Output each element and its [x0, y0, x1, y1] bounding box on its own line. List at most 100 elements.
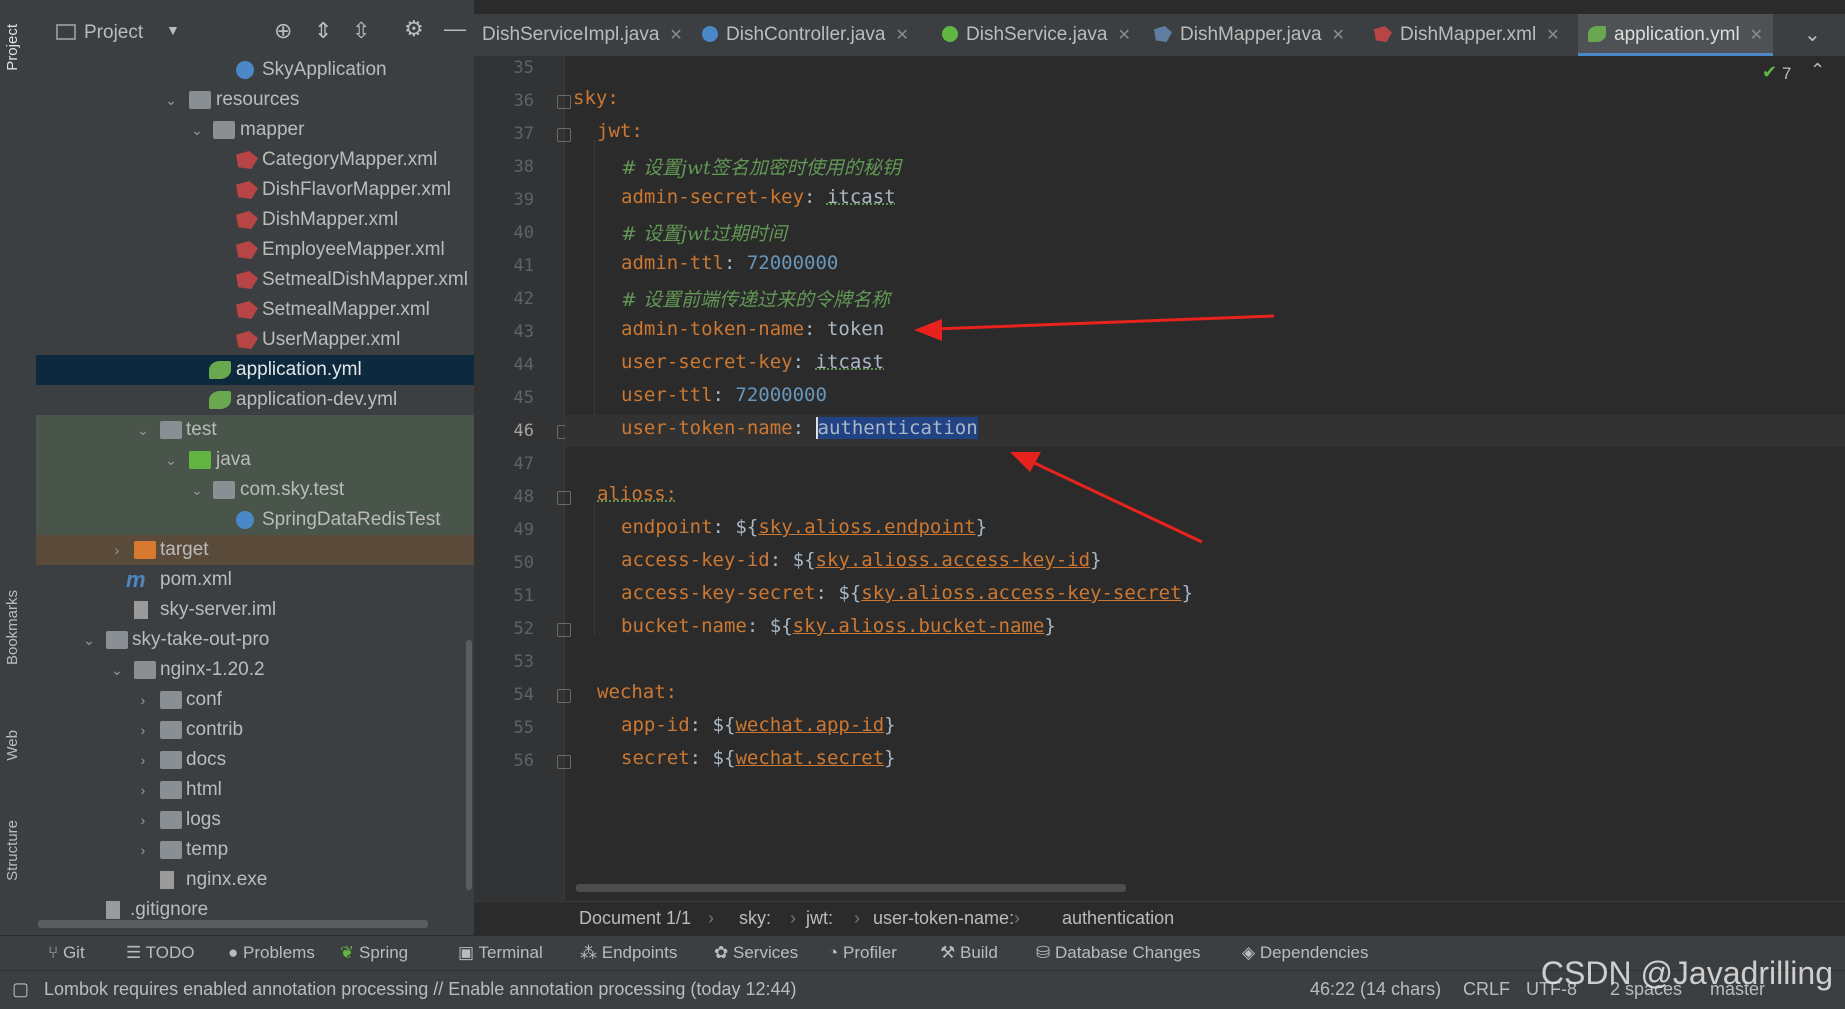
tool-database-changes[interactable]: ⛁ Database Changes: [1036, 943, 1201, 963]
fold-marker-icon[interactable]: [557, 755, 571, 769]
tab-dishcontroller[interactable]: DishController.java ✕: [702, 14, 909, 56]
placeholder-reference[interactable]: wechat.app-id: [735, 714, 884, 736]
check-icon[interactable]: ✔: [1762, 62, 1777, 83]
breadcrumb-item[interactable]: jwt:: [806, 908, 833, 929]
tool-profiler[interactable]: ◔ Profiler: [828, 943, 897, 963]
collapse-all-icon[interactable]: ⇳: [352, 18, 370, 44]
tree-item[interactable]: SetmealMapper.xml: [36, 295, 474, 325]
breadcrumb-item[interactable]: Document 1/1: [579, 908, 691, 929]
caret-position[interactable]: 46:22 (14 chars): [1310, 979, 1441, 1000]
tree-item[interactable]: UserMapper.xml: [36, 325, 474, 355]
chevron-right-icon[interactable]: ›: [134, 805, 152, 835]
chevron-down-icon[interactable]: ⌄: [108, 655, 126, 685]
tree-item[interactable]: ⌄ java: [36, 445, 474, 475]
chevron-down-icon[interactable]: ▼: [166, 22, 180, 38]
tree-item[interactable]: application-dev.yml: [36, 385, 474, 415]
chevron-down-icon[interactable]: ⌄: [80, 625, 98, 655]
tree-item[interactable]: ⌄ mapper: [36, 115, 474, 145]
tree-item[interactable]: › logs: [36, 805, 474, 835]
close-icon[interactable]: ✕: [1750, 27, 1763, 44]
chevron-up-icon[interactable]: ⌃: [1810, 60, 1825, 81]
tree-item[interactable]: › html: [36, 775, 474, 805]
fold-marker-icon[interactable]: [557, 689, 571, 703]
close-icon[interactable]: ✕: [1546, 27, 1559, 44]
tree-item[interactable]: ⌄ sky-take-out-pro: [36, 625, 474, 655]
tree-item[interactable]: DishFlavorMapper.xml: [36, 175, 474, 205]
bookmarks-tool-tab[interactable]: Bookmarks: [4, 590, 21, 665]
project-tool-tab[interactable]: Project: [4, 24, 21, 71]
chevron-down-icon[interactable]: ⌄: [162, 85, 180, 115]
tree-item[interactable]: ⌄ nginx-1.20.2: [36, 655, 474, 685]
tree-item[interactable]: DishMapper.xml: [36, 205, 474, 235]
status-message[interactable]: Lombok requires enabled annotation proce…: [44, 979, 797, 1000]
tab-dishmapper-java[interactable]: DishMapper.java ✕: [1154, 14, 1345, 56]
tree-item[interactable]: SpringDataRedisTest: [36, 505, 474, 535]
tree-item[interactable]: › docs: [36, 745, 474, 775]
project-view-title[interactable]: Project: [84, 22, 143, 44]
tree-item[interactable]: SkyApplication: [36, 55, 474, 85]
chevron-down-icon[interactable]: ⌄: [188, 115, 206, 145]
vertical-scrollbar[interactable]: [466, 640, 472, 890]
expand-all-icon[interactable]: ⇕: [314, 18, 332, 44]
fold-marker-icon[interactable]: [557, 128, 571, 142]
close-icon[interactable]: ✕: [1118, 27, 1131, 44]
fold-marker-icon[interactable]: [557, 491, 571, 505]
fold-marker-icon[interactable]: [557, 623, 571, 637]
editor-horizontal-scrollbar[interactable]: [576, 884, 1126, 892]
tab-dishservice[interactable]: DishService.java ✕: [942, 14, 1131, 56]
tool-git[interactable]: ⑂ Git: [48, 943, 85, 963]
line-separator[interactable]: CRLF: [1463, 979, 1510, 1000]
tree-item[interactable]: m pom.xml: [36, 565, 474, 595]
tool-services[interactable]: ✿ Services: [714, 943, 798, 963]
chevron-right-icon[interactable]: ›: [134, 835, 152, 865]
tree-item[interactable]: › conf: [36, 685, 474, 715]
chevron-right-icon[interactable]: ›: [134, 715, 152, 745]
tree-item[interactable]: sky-server.iml: [36, 595, 474, 625]
tree-item[interactable]: ⌄ test: [36, 415, 474, 445]
close-icon[interactable]: ✕: [895, 27, 908, 44]
tree-item[interactable]: › target: [36, 535, 474, 565]
placeholder-reference[interactable]: wechat.secret: [735, 747, 884, 769]
chevron-right-icon[interactable]: ›: [134, 775, 152, 805]
placeholder-reference[interactable]: sky.alioss.access-key-secret: [861, 582, 1181, 604]
tool-terminal[interactable]: ▣ Terminal: [458, 943, 543, 963]
tab-dishmapper-xml[interactable]: DishMapper.xml ✕: [1374, 14, 1560, 56]
close-icon[interactable]: ✕: [669, 27, 682, 44]
chevron-down-icon[interactable]: ⌄: [188, 475, 206, 505]
tree-item-selected[interactable]: application.yml: [36, 355, 474, 385]
tree-item[interactable]: ⌄ resources: [36, 85, 474, 115]
tree-item[interactable]: › contrib: [36, 715, 474, 745]
tree-item[interactable]: nginx.exe: [36, 865, 474, 895]
placeholder-reference[interactable]: sky.alioss.bucket-name: [793, 615, 1045, 637]
tree-item[interactable]: ⌄ com.sky.test: [36, 475, 474, 505]
chevron-down-icon[interactable]: ⌄: [1804, 22, 1821, 47]
locate-icon[interactable]: ⊕: [274, 18, 292, 44]
tool-spring[interactable]: ❦ Spring: [340, 943, 408, 963]
chevron-right-icon[interactable]: ›: [134, 745, 152, 775]
hide-panel-icon[interactable]: —: [444, 16, 466, 42]
close-icon[interactable]: ✕: [1332, 27, 1345, 44]
tool-problems[interactable]: ● Problems: [228, 943, 315, 963]
chevron-down-icon[interactable]: ⌄: [134, 415, 152, 445]
tool-dependencies[interactable]: ◈ Dependencies: [1242, 943, 1369, 963]
fold-marker-icon[interactable]: [557, 95, 571, 109]
chevron-right-icon[interactable]: ›: [134, 685, 152, 715]
tree-item[interactable]: CategoryMapper.xml: [36, 145, 474, 175]
tab-dishserviceimpl[interactable]: DishServiceImpl.java ✕: [482, 14, 683, 56]
chevron-right-icon[interactable]: ›: [108, 535, 126, 565]
structure-tool-tab[interactable]: Structure: [4, 820, 21, 881]
tab-application-yml[interactable]: application.yml ✕: [1578, 14, 1774, 56]
chevron-down-icon[interactable]: ⌄: [162, 445, 180, 475]
horizontal-scrollbar[interactable]: [38, 920, 428, 928]
tool-build[interactable]: ⚒ Build: [940, 943, 998, 963]
tool-endpoints[interactable]: ⁂ Endpoints: [580, 943, 677, 963]
breadcrumb-item[interactable]: user-token-name:: [873, 908, 1014, 929]
web-tool-tab[interactable]: Web: [4, 730, 21, 761]
breadcrumb-item[interactable]: authentication: [1062, 908, 1174, 929]
breadcrumb-item[interactable]: sky:: [739, 908, 771, 929]
gear-icon[interactable]: ⚙: [404, 16, 424, 42]
tree-item[interactable]: EmployeeMapper.xml: [36, 235, 474, 265]
tree-item[interactable]: SetmealDishMapper.xml: [36, 265, 474, 295]
tree-item[interactable]: › temp: [36, 835, 474, 865]
tool-todo[interactable]: ☰ TODO: [126, 943, 194, 963]
